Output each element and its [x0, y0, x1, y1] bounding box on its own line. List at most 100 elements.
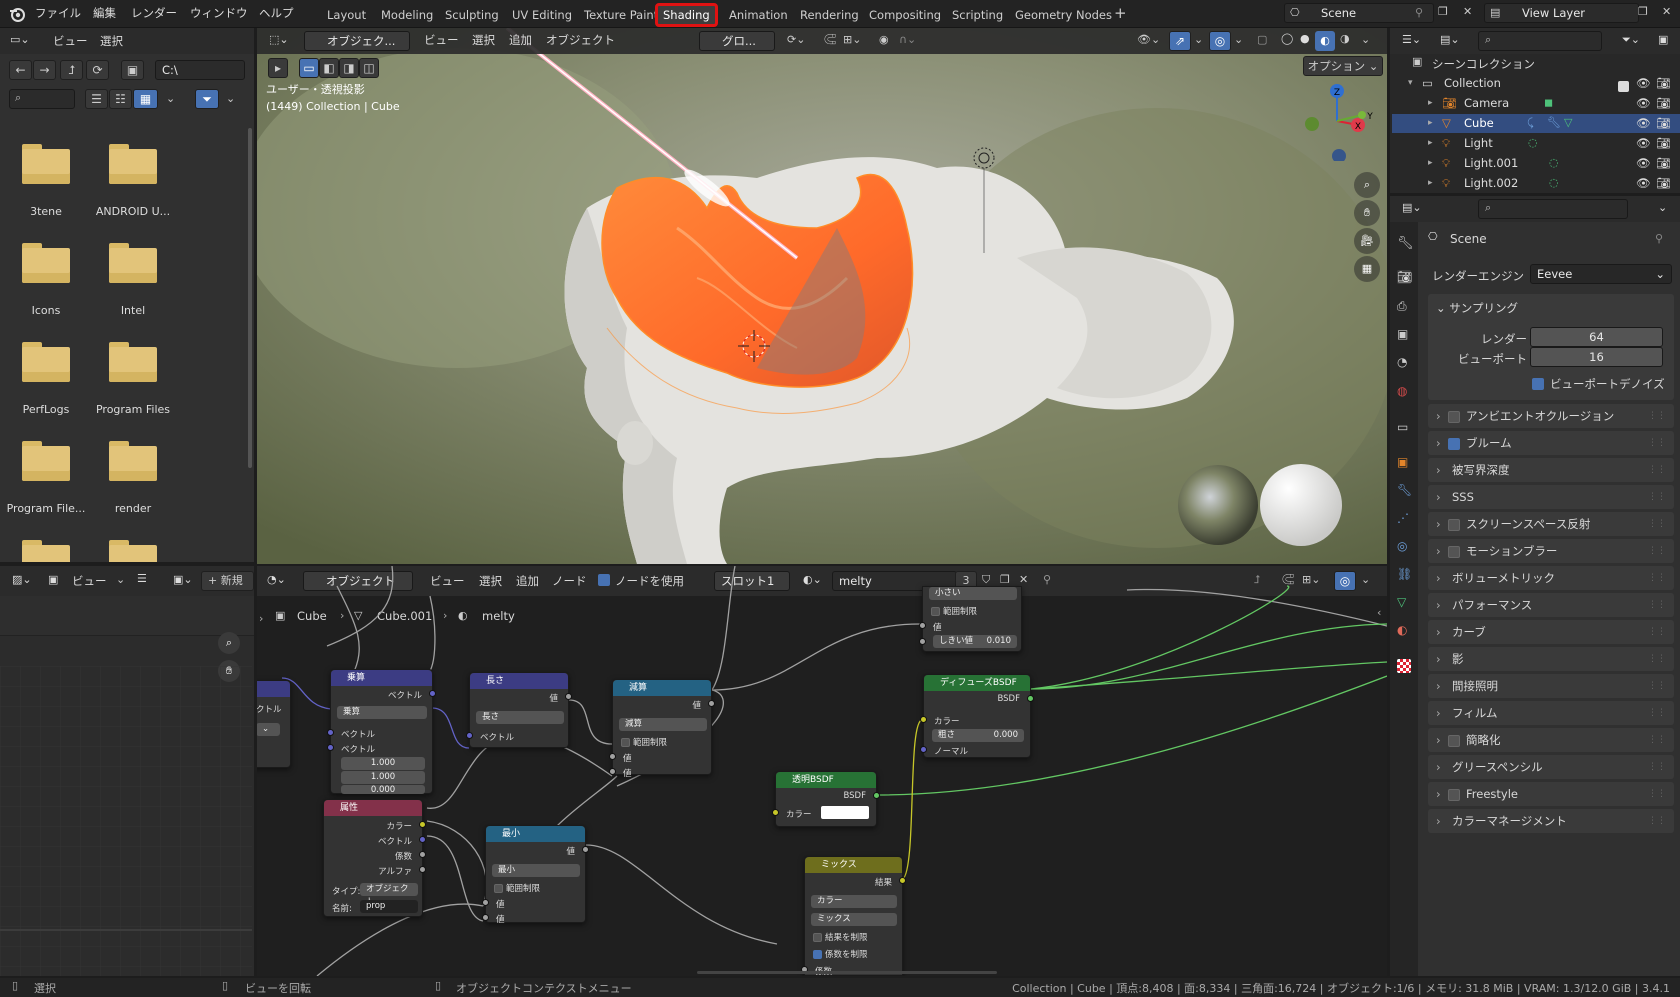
light-data-icon[interactable]: ◌ — [1528, 136, 1538, 149]
vector-x-field[interactable]: 1.000 — [341, 757, 425, 770]
folder-label[interactable]: render — [89, 502, 177, 515]
render-visibility-icon[interactable]: 📷︎ — [1656, 114, 1671, 133]
input-socket[interactable] — [609, 753, 616, 760]
input-socket[interactable] — [482, 914, 489, 921]
render-engine-dropdown[interactable]: Eevee ⌄ — [1530, 264, 1672, 284]
render-visibility-icon[interactable]: 📷︎ — [1656, 94, 1671, 113]
drag-handle-icon[interactable]: ⋮⋮ — [1648, 566, 1666, 590]
editor-type-icon[interactable]: ▤⌄ — [1402, 201, 1422, 214]
drag-handle-icon[interactable]: ⋮⋮ — [1648, 728, 1666, 752]
viewport-denoise-checkbox[interactable]: ビューポートデノイズ — [1532, 376, 1665, 392]
output-socket[interactable] — [708, 700, 715, 707]
select-mode-intersect[interactable]: ◫ — [359, 58, 379, 78]
outliner-search[interactable] — [1478, 31, 1602, 51]
object-tab-icon[interactable]: ▣ — [1397, 455, 1411, 469]
drag-handle-icon[interactable]: ⋮⋮ — [1648, 620, 1666, 644]
sampling-panel-header[interactable]: ⌄ サンプリング — [1436, 300, 1518, 316]
tab-modeling[interactable]: Modeling — [374, 4, 440, 26]
new-scene-icon[interactable]: ❐ — [1438, 5, 1448, 18]
tab-geometry-nodes[interactable]: Geometry Nodes — [1008, 4, 1119, 26]
expand-icon[interactable]: ▸ — [1428, 174, 1433, 193]
material-tab-icon[interactable]: ◐ — [1397, 623, 1411, 637]
constraint-icon[interactable]: ⤹ — [1527, 116, 1534, 130]
expand-icon[interactable]: ▸ — [1428, 134, 1433, 153]
input-socket[interactable] — [466, 732, 473, 739]
tab-rendering[interactable]: Rendering — [793, 4, 866, 26]
eye-icon[interactable]: 👁︎ — [1636, 174, 1651, 193]
view-layer-selector[interactable]: View Layer — [1484, 3, 1639, 23]
clamp-checkbox[interactable]: 範囲制限 — [621, 736, 667, 748]
light-data-icon[interactable]: ◌ — [1549, 156, 1559, 169]
tab-compositing[interactable]: Compositing — [862, 4, 948, 26]
menu-edit[interactable]: 編集 — [93, 5, 116, 21]
properties-panel[interactable]: › SSS ⋮⋮ — [1428, 485, 1674, 509]
drag-handle-icon[interactable]: ⋮⋮ — [1648, 512, 1666, 536]
output-tab-icon[interactable]: ⎙ — [1397, 299, 1411, 313]
outliner-item-label[interactable]: Light.002 — [1464, 174, 1518, 193]
render-visibility-icon[interactable]: 📷︎ — [1656, 154, 1671, 173]
folder-label[interactable]: Program Files — [89, 403, 177, 416]
editor-type-icon[interactable]: ☰⌄ — [1402, 33, 1421, 46]
horizontal-list-button[interactable]: ☷ — [109, 89, 132, 109]
filter-dropdown-icon[interactable]: ⌄ — [226, 92, 235, 105]
navigation-gizmo[interactable]: Z X Y — [1297, 81, 1377, 161]
input-socket[interactable] — [920, 746, 927, 753]
outliner-item-label[interactable]: Light.001 — [1464, 154, 1518, 173]
gizmo-dropdown-icon[interactable]: ⌄ — [1194, 33, 1203, 46]
properties-panel[interactable]: › 間接照明 ⋮⋮ — [1428, 674, 1674, 698]
fb-select-menu[interactable]: 選択 — [100, 33, 123, 49]
gizmo-toggle-button[interactable]: ⇗ — [1169, 31, 1191, 51]
image-browse-icon[interactable]: ▣⌄ — [173, 573, 193, 586]
render-tab-icon[interactable]: 📷︎ — [1397, 270, 1412, 284]
view-layer-tab-icon[interactable]: ▣ — [1397, 327, 1411, 341]
node-vector-math-length[interactable]: 長さ 値 長さ ベクトル — [466, 672, 572, 748]
folder-icon[interactable] — [109, 144, 157, 184]
falloff-icon[interactable]: ∩⌄ — [899, 33, 916, 46]
menu-add[interactable]: 追加 — [509, 32, 532, 48]
drag-handle-icon[interactable]: ⋮⋮ — [1648, 539, 1666, 563]
folder-icon[interactable] — [109, 342, 157, 382]
light-data-icon[interactable]: ◌ — [1549, 176, 1559, 189]
new-view-layer-icon[interactable]: ❐ — [1638, 5, 1648, 18]
zoom-view-icon[interactable]: ⌕ — [218, 632, 240, 654]
eye-icon[interactable]: 👁︎ — [1636, 114, 1651, 133]
properties-panel[interactable]: › 影 ⋮⋮ — [1428, 647, 1674, 671]
panel-enable-checkbox[interactable] — [1448, 540, 1466, 564]
outliner-item-cube[interactable]: ▸ ▽ Cube 👁︎ 📷︎ — [1392, 114, 1680, 133]
output-socket[interactable] — [899, 877, 906, 884]
select-mode-new[interactable]: ▭ — [299, 58, 319, 78]
render-samples-field[interactable]: 64 — [1530, 327, 1663, 347]
image-editor-mode-icon[interactable]: ▣ — [48, 573, 58, 586]
snap-target-icon[interactable]: ⊞⌄ — [843, 33, 861, 46]
eye-icon[interactable]: 👁︎ — [1636, 154, 1651, 173]
folder-icon[interactable] — [109, 540, 157, 562]
camera-view-icon[interactable]: 🎥︎ — [1354, 228, 1380, 254]
node-mix[interactable]: ミックス 結果 カラー ミックス 結果を制限 係数を制限 係数 — [801, 856, 906, 976]
zoom-view-icon[interactable]: ⌕ — [1354, 172, 1380, 198]
roughness-field[interactable]: 粗さ 0.000 — [932, 729, 1024, 742]
scrollbar[interactable] — [248, 128, 252, 468]
mode-selector[interactable]: オブジェク... — [304, 31, 410, 51]
folder-label[interactable]: PerfLogs — [2, 403, 90, 416]
operation-dropdown[interactable]: 減算 — [619, 718, 707, 731]
properties-panel[interactable]: › 被写界深度 ⋮⋮ — [1428, 458, 1674, 482]
drag-handle-icon[interactable]: ⋮⋮ — [1648, 458, 1666, 482]
output-socket[interactable] — [429, 690, 436, 697]
fb-view-menu[interactable]: ビュー — [53, 33, 88, 49]
input-socket[interactable] — [919, 638, 926, 645]
tab-sculpting[interactable]: Sculpting — [438, 4, 506, 26]
color-swatch[interactable] — [821, 806, 869, 819]
sidebar-toggle-icon[interactable]: ‹ — [1377, 606, 1381, 619]
collection-tab-icon[interactable]: ▭ — [1397, 420, 1411, 434]
blender-logo-icon[interactable] — [8, 5, 26, 23]
toolbar-toggle-icon[interactable]: › — [259, 612, 263, 625]
blend-mode-dropdown[interactable]: ミックス — [811, 913, 897, 926]
properties-panel[interactable]: › アンビエントオクルージョン ⋮⋮ — [1428, 404, 1674, 428]
properties-panel[interactable]: › フィルム ⋮⋮ — [1428, 701, 1674, 725]
folder-icon[interactable] — [109, 441, 157, 481]
visibility-icon[interactable]: 👁︎⌄ — [1137, 33, 1160, 46]
panel-enable-checkbox[interactable] — [1448, 405, 1466, 429]
properties-panel[interactable]: › カーブ ⋮⋮ — [1428, 620, 1674, 644]
properties-panel[interactable]: › 簡略化 ⋮⋮ — [1428, 728, 1674, 752]
menu-help[interactable]: ヘルプ — [259, 5, 294, 21]
